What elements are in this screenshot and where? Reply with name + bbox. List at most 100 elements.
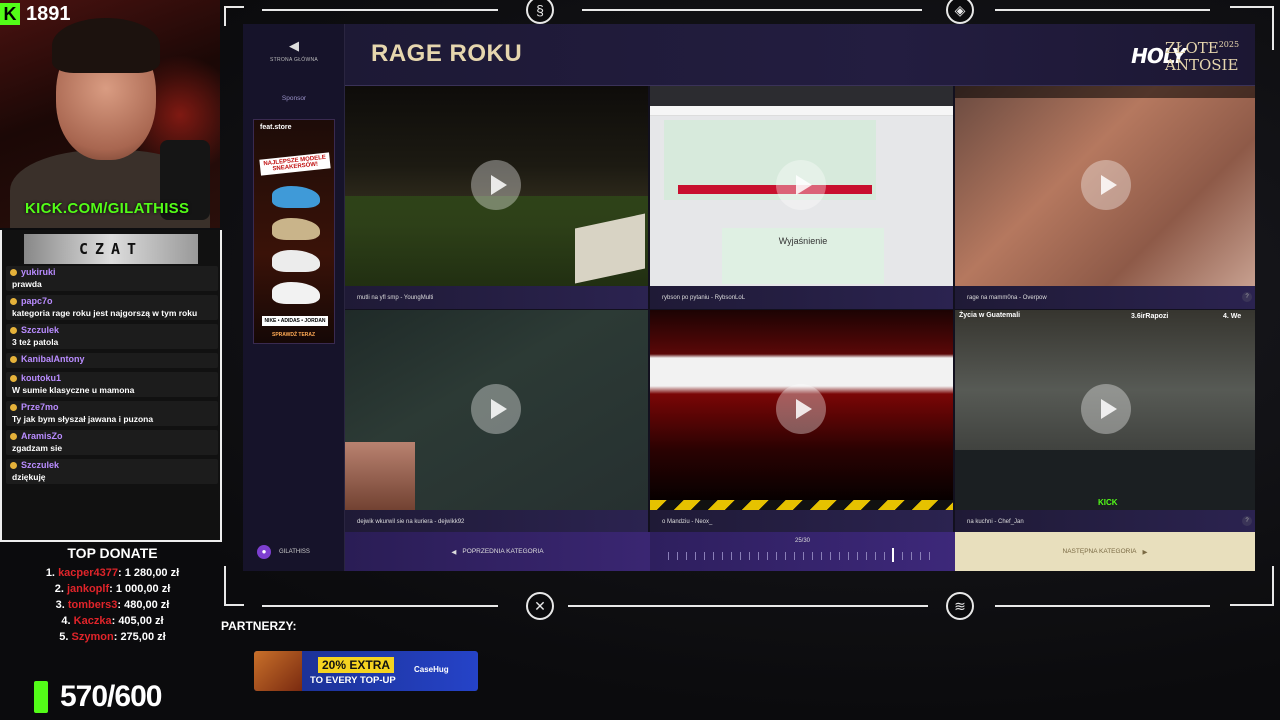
- chat-message: AramisZo zgadzam sie: [6, 430, 218, 455]
- donate-item: 2. jankoplf: 1 000,00 zł: [54, 583, 171, 595]
- frame-target-icon: ◈: [946, 0, 974, 24]
- sneaker-image: [272, 282, 320, 304]
- badge-icon: [10, 268, 17, 276]
- sponsor-brand: feat.store: [260, 124, 292, 131]
- sponsor-ad[interactable]: feat.store NAJLEPSZE MODELE SNEAKERSÓW! …: [253, 119, 335, 344]
- sponsor-label: Sponsor: [281, 95, 307, 102]
- play-icon[interactable]: [776, 384, 826, 434]
- chat-list: yukiruki prawda papc7o kategoria rage roku …: [6, 266, 218, 488]
- chevron-left-icon: ◀: [451, 548, 457, 556]
- partner-promo[interactable]: 20% EXTRA TO EVERY TOP-UP CaseHug: [254, 651, 478, 691]
- sneaker-image: [272, 186, 320, 208]
- back-home-button[interactable]: ◀ STRONA GŁÓWNA: [243, 38, 345, 63]
- help-icon[interactable]: ?: [1242, 292, 1252, 302]
- sponsor-tag: NIKE • ADIDAS • JORDAN: [262, 316, 328, 326]
- chat-text: zgadzam sie: [12, 443, 63, 453]
- next-category-button[interactable]: NASTĘPNA KATEGORIA ▶: [955, 532, 1255, 571]
- progress-count: 25/30: [794, 538, 810, 544]
- chat-panel: CZAT yukiruki prawda papc7o kategoria rage …: [0, 230, 222, 542]
- progress-marker: [892, 548, 895, 562]
- goal-count: 570/600: [60, 680, 162, 713]
- help-icon[interactable]: ?: [1242, 516, 1252, 526]
- chevron-right-icon: ▶: [1142, 548, 1148, 556]
- video-caption: na kuchni - Chef_Jan?: [955, 510, 1255, 533]
- zlote-antosie-logo: ZŁOTE2025 ANTOSIE: [1165, 39, 1240, 74]
- frame-globe-icon: ✕: [526, 592, 554, 620]
- promo-percent: 20% EXTRA: [318, 657, 395, 673]
- play-icon[interactable]: [471, 384, 521, 434]
- video-grid: mutli na yfl smp - YoungMulti Wyjaśnieni…: [345, 86, 1255, 533]
- avatar-icon: ●: [257, 544, 271, 559]
- app-footer: ● GILATHISS ◀ POPRZEDNIA KATEGORIA 25/30…: [243, 532, 1255, 571]
- sponsor-cta: SPRAWDŹ TERAZ: [272, 332, 316, 338]
- user-profile[interactable]: ● GILATHISS: [243, 532, 345, 571]
- progress-ticks: [668, 552, 938, 560]
- chat-message: koutoku1 W sumie klasyczne u mamona: [6, 372, 218, 397]
- chat-username: Szczulek: [10, 460, 214, 470]
- prev-category-button[interactable]: ◀ POPRZEDNIA KATEGORIA: [345, 532, 650, 571]
- video-card[interactable]: o Mandziu - Neox_: [650, 310, 953, 533]
- stream-overlay: KICK.COM/GILATHISS K 1891 CZAT yukiruki p…: [0, 0, 1280, 720]
- sneaker-image: [272, 218, 320, 240]
- arrow-left-icon: ◀: [289, 38, 299, 53]
- video-card[interactable]: Wyjaśnienie rybson po pytaniu - RybsonLo…: [650, 86, 953, 309]
- video-card[interactable]: rage na mamm0na - Overpow?: [955, 86, 1255, 309]
- chat-username: koutoku1: [10, 373, 214, 383]
- chat-message: yukiruki prawda: [6, 266, 218, 291]
- donate-item: 4. Kaczka: 405,00 zł: [61, 615, 164, 627]
- partners-label: PARTNERZY:: [221, 619, 297, 633]
- sub-goal: 570/600: [34, 680, 162, 714]
- badge-icon: [10, 326, 17, 334]
- frame-logo-icon: §: [526, 0, 554, 24]
- donate-item: 5. Szymon: 275,00 zł: [59, 631, 166, 643]
- webcam-feed: KICK.COM/GILATHISS: [0, 0, 220, 228]
- page-title: RAGE ROKU: [371, 40, 523, 67]
- video-caption: dejwik wkurwil sie na kuriera - dejwikk9…: [345, 510, 648, 533]
- chat-username: papc7o: [10, 296, 214, 306]
- kick-url: KICK.COM/GILATHISS: [25, 200, 190, 217]
- badge-icon: [10, 297, 17, 305]
- top-donate: TOP DONATE 1. kacper4377: 1 280,00 zł 2. …: [0, 545, 225, 645]
- chat-text: prawda: [12, 279, 42, 289]
- video-card[interactable]: mutli na yfl smp - YoungMulti: [345, 86, 648, 309]
- chat-text: dziękuję: [12, 472, 46, 482]
- video-card[interactable]: dejwik wkurwil sie na kuriera - dejwikk9…: [345, 310, 648, 533]
- video-caption: o Mandziu - Neox_: [650, 510, 953, 533]
- play-icon[interactable]: [1081, 384, 1131, 434]
- chat-username: AramisZo: [10, 431, 214, 441]
- chat-text: W sumie klasyczne u mamona: [12, 385, 135, 395]
- video-caption: mutli na yfl smp - YoungMulti: [345, 286, 648, 309]
- badge-icon: [10, 355, 17, 363]
- donate-item: 3. tombers3: 480,00 zł: [55, 599, 170, 611]
- chat-text: Ty jak bym słyszał jawana i puzona: [12, 414, 154, 424]
- goal-bar-icon: [34, 681, 48, 713]
- chat-username: Szczulek: [10, 325, 214, 335]
- viewer-count: 1891: [26, 2, 71, 25]
- chat-message: Szczulek 3 też patola: [6, 324, 218, 349]
- donate-list: 1. kacper4377: 1 280,00 zł 2. jankoplf: 1…: [0, 565, 225, 645]
- chat-username: Prze7mo: [10, 402, 214, 412]
- chat-message: Szczulek dziękuję: [6, 459, 218, 484]
- category-progress: 25/30: [650, 532, 955, 571]
- video-card[interactable]: Życia w Guatemali 3.6irRapozi 4. We KICK…: [955, 310, 1255, 533]
- donate-item: 1. kacper4377: 1 280,00 zł: [45, 567, 180, 579]
- badge-icon: [10, 374, 17, 382]
- promo-brand: CaseHug: [414, 665, 449, 674]
- play-icon[interactable]: [1081, 160, 1131, 210]
- chat-text: 3 też patola: [12, 337, 59, 347]
- promo-subtitle: TO EVERY TOP-UP: [310, 675, 396, 686]
- badge-icon: [10, 432, 17, 440]
- play-icon[interactable]: [776, 160, 826, 210]
- badge-icon: [10, 403, 17, 411]
- chat-message: Prze7mo Ty jak bym słyszał jawana i puzon…: [6, 401, 218, 426]
- kick-viewer-badge: K 1891: [0, 2, 71, 26]
- chat-text: [10, 364, 214, 367]
- username: GILATHISS: [279, 548, 310, 555]
- app-sidebar: ◀ STRONA GŁÓWNA Sponsor feat.store NAJLE…: [243, 24, 345, 571]
- sneaker-image: [272, 250, 320, 272]
- play-icon[interactable]: [471, 160, 521, 210]
- chat-username: KanibalAntony: [10, 354, 214, 364]
- frame-wave-icon: ≋: [946, 592, 974, 620]
- badge-icon: [10, 461, 17, 469]
- partner-logo: [254, 651, 302, 691]
